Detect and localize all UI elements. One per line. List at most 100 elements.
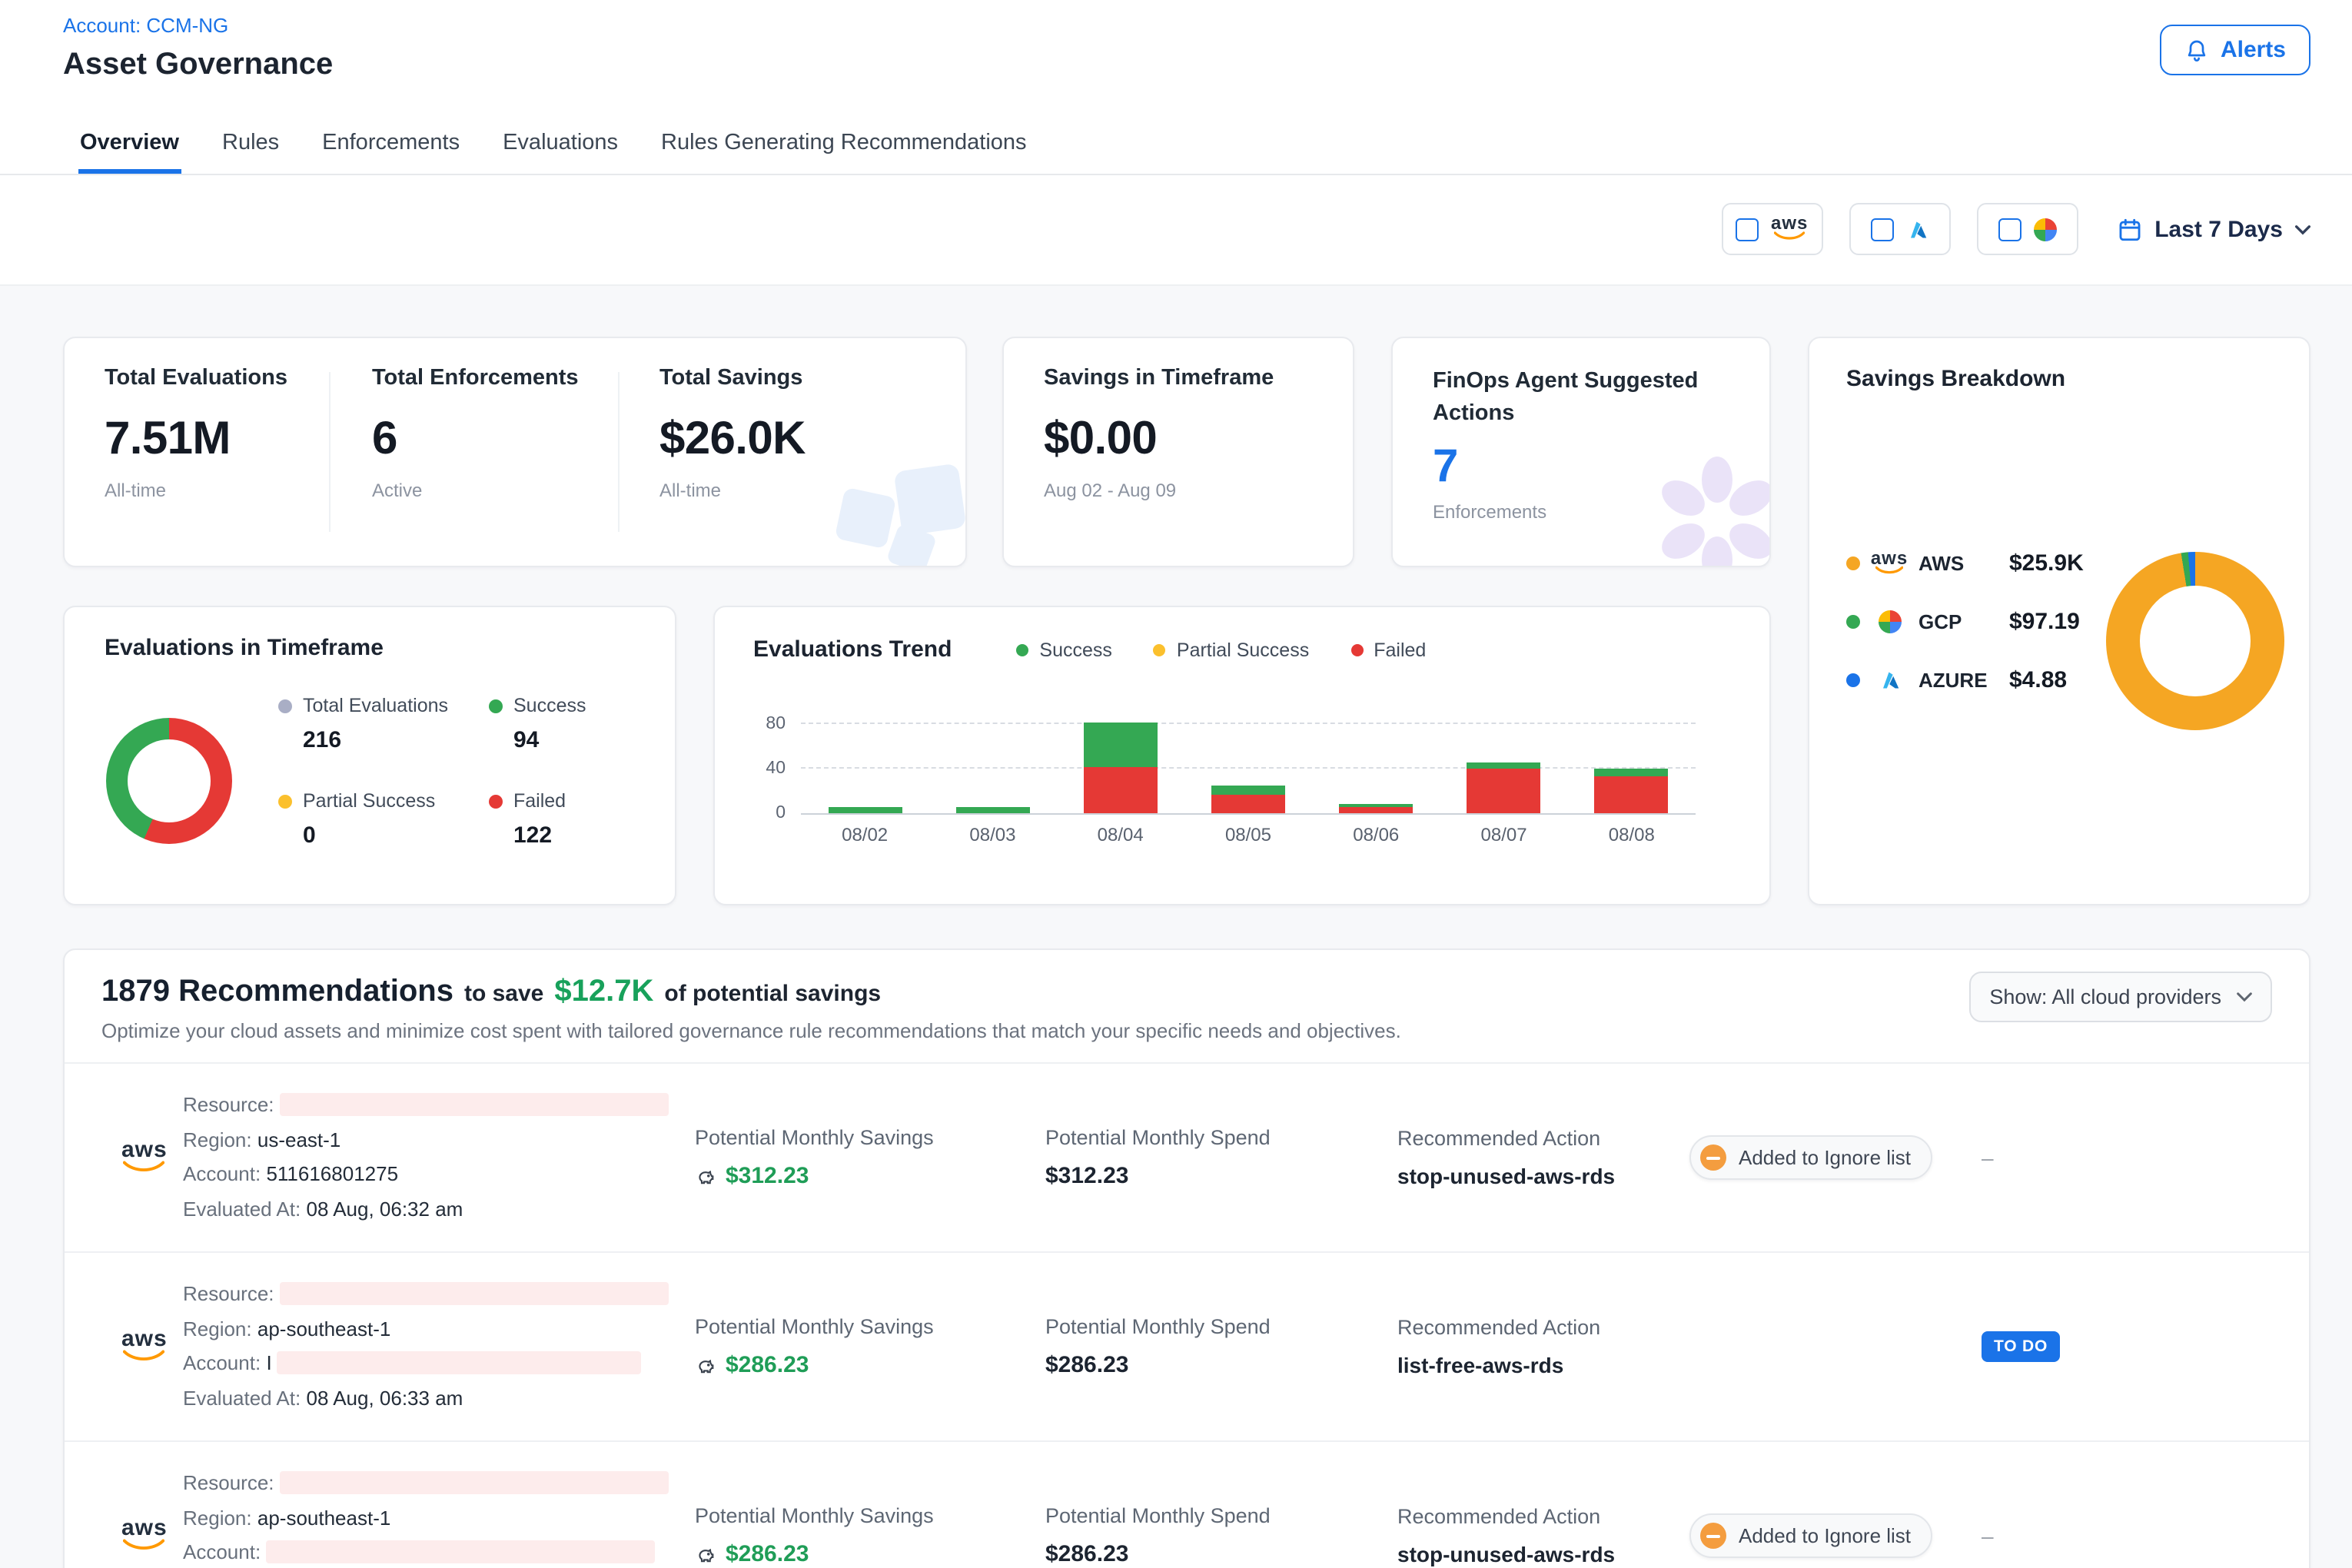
row-extra-dash: –: [1982, 1523, 1994, 1548]
kpi-card: Total Evaluations 7.51M All-time Total E…: [63, 337, 967, 567]
gcp-logo-icon: [1878, 610, 1901, 633]
trend-bar: 08/03: [929, 689, 1056, 813]
legend-partial-success: Partial Success 0: [278, 790, 489, 849]
resource-details: Resource: Region: us-east-1 Account: 511…: [183, 1088, 669, 1227]
gcp-checkbox[interactable]: [1998, 218, 2021, 241]
trend-bars: 0408008/0208/0308/0408/0508/0608/0708/08: [801, 689, 1696, 815]
piggy-bank-icon: [695, 1165, 716, 1187]
redacted-resource: [280, 1471, 669, 1494]
success-dot: [1016, 643, 1028, 656]
tab-bar: Overview Rules Enforcements Evaluations …: [0, 115, 2352, 175]
piggy-bank-icon: [695, 1543, 716, 1565]
aws-logo-icon: aws: [121, 1141, 168, 1174]
trend-bar: 08/02: [801, 689, 929, 813]
aws-legend-dot: [1846, 556, 1860, 570]
aws-logo-icon: aws: [1871, 551, 1908, 575]
asset-governance-page: Account: CCM-NG Asset Governance Alerts …: [0, 0, 2352, 1568]
redacted-resource: [280, 1282, 669, 1305]
aws-logo-icon: aws: [1771, 216, 1808, 241]
provider-toggle-gcp[interactable]: [1976, 203, 2078, 255]
gcp-legend-dot: [1846, 615, 1860, 629]
calendar-icon: [2116, 216, 2142, 242]
trend-bar: 08/06: [1312, 689, 1440, 813]
potential-monthly-savings: Potential Monthly Savings $312.23: [695, 1126, 934, 1189]
bell-icon: [2185, 38, 2210, 62]
trend-bar: 08/04: [1057, 689, 1184, 813]
resource-details: Resource: Region: ap-southeast-1 Account…: [183, 1467, 669, 1568]
partial-dot: [278, 794, 292, 808]
azure-legend-dot: [1846, 673, 1860, 687]
kpi-total-savings: Total Savings $26.0K All-time: [659, 366, 806, 501]
provider-toggle-aws[interactable]: aws: [1721, 203, 1822, 255]
potential-monthly-spend: Potential Monthly Spend $312.23: [1045, 1126, 1271, 1189]
alerts-button-label: Alerts: [2221, 37, 2286, 63]
aws-logo-icon: aws: [121, 1520, 168, 1552]
potential-monthly-spend: Potential Monthly Spend $286.23: [1045, 1504, 1271, 1567]
date-range-label: Last 7 Days: [2154, 216, 2283, 242]
recommendations-list: aws Resource: Region: us-east-1 Account:…: [65, 1062, 2309, 1568]
azure-logo-icon: [1905, 218, 1928, 241]
total-enforcements-value: 6: [372, 414, 579, 466]
recommendation-row[interactable]: aws Resource: Region: us-east-1 Account:…: [65, 1062, 2309, 1251]
provider-toggle-azure[interactable]: [1849, 203, 1950, 255]
trend-legend: Success Partial Success Failed: [1016, 639, 1426, 660]
finops-agent-card: FinOps Agent Suggested Actions 7 Enforce…: [1391, 337, 1771, 567]
minus-icon: [1700, 1523, 1726, 1549]
page-title: Asset Governance: [63, 48, 333, 83]
tab-evaluations[interactable]: Evaluations: [501, 115, 620, 174]
kpi-total-evaluations: Total Evaluations 7.51M All-time: [105, 366, 287, 501]
redacted-resource: [280, 1093, 669, 1116]
trend-bar: 08/05: [1184, 689, 1312, 813]
divider: [618, 372, 620, 532]
recommendation-row[interactable]: aws Resource: Region: ap-southeast-1 Acc…: [65, 1251, 2309, 1440]
added-to-ignore-list-pill[interactable]: Added to Ignore list: [1689, 1135, 1932, 1180]
recommended-action: Recommended Action stop-unused-aws-rds: [1397, 1505, 1615, 1566]
potential-monthly-savings: Potential Monthly Savings $286.23: [695, 1315, 934, 1378]
tab-overview[interactable]: Overview: [78, 115, 181, 174]
evaluations-donut: [106, 718, 232, 844]
savings-in-timeframe-card: Savings in Timeframe $0.00 Aug 02 - Aug …: [1002, 337, 1354, 567]
tab-rules[interactable]: Rules: [221, 115, 281, 174]
trend-bar: 08/08: [1568, 689, 1696, 813]
legend-failed: Failed 122: [489, 790, 586, 849]
legend-total-evaluations: Total Evaluations 216: [278, 695, 489, 753]
donut-hole: [128, 739, 211, 822]
alerts-button[interactable]: Alerts: [2161, 25, 2310, 75]
aws-checkbox[interactable]: [1736, 218, 1759, 241]
legend-success: Success: [1016, 639, 1112, 660]
legend-item-gcp: GCP $97.19: [1846, 609, 2084, 635]
legend-item-aws: aws AWS $25.9K: [1846, 550, 2084, 576]
total-savings-value: $26.0K: [659, 414, 806, 466]
savings-donut: [2106, 552, 2284, 730]
recommendations-heading: 1879 Recommendations to save $12.7K of p…: [101, 975, 2272, 1010]
success-dot: [489, 699, 503, 713]
tab-rules-generating-recommendations[interactable]: Rules Generating Recommendations: [659, 115, 1028, 174]
legend-success: Success 94: [489, 695, 586, 753]
cloud-provider-filter-dropdown[interactable]: Show: All cloud providers: [1969, 972, 2272, 1022]
account-breadcrumb-link[interactable]: Account: CCM-NG: [63, 14, 228, 37]
gcp-logo-icon: [2033, 218, 2056, 241]
total-dot: [278, 699, 292, 713]
recommendation-row[interactable]: aws Resource: Region: ap-southeast-1 Acc…: [65, 1440, 2309, 1568]
recommended-action: Recommended Action list-free-aws-rds: [1397, 1316, 1600, 1377]
evaluations-trend-card: Evaluations Trend Success Partial Succes…: [713, 606, 1771, 905]
chevron-down-icon: [2237, 992, 2252, 1002]
piggy-bank-icon: [695, 1354, 716, 1376]
todo-status-badge[interactable]: TO DO: [1982, 1331, 2060, 1362]
top-bar: Account: CCM-NG Asset Governance Alerts: [0, 0, 2352, 115]
redacted-account: [277, 1351, 642, 1374]
decorative-cubes-icon: [827, 443, 967, 567]
legend-failed: Failed: [1350, 639, 1426, 660]
finops-agent-value: 7: [1433, 441, 1769, 493]
kpi-total-enforcements: Total Enforcements 6 Active: [372, 366, 579, 501]
azure-checkbox[interactable]: [1870, 218, 1893, 241]
azure-logo-icon: [1878, 669, 1901, 692]
date-range-picker[interactable]: Last 7 Days: [2116, 216, 2310, 242]
tab-enforcements[interactable]: Enforcements: [321, 115, 461, 174]
savings-breakdown-card: Savings Breakdown aws AWS $25.9K GCP $97…: [1808, 337, 2310, 905]
evaluations-in-timeframe-card: Evaluations in Timeframe Total Evaluatio…: [63, 606, 676, 905]
added-to-ignore-list-pill[interactable]: Added to Ignore list: [1689, 1513, 1932, 1558]
legend-partial-success: Partial Success: [1154, 639, 1309, 660]
resource-details: Resource: Region: ap-southeast-1 Account…: [183, 1277, 669, 1416]
legend-item-azure: AZURE $4.88: [1846, 667, 2084, 693]
